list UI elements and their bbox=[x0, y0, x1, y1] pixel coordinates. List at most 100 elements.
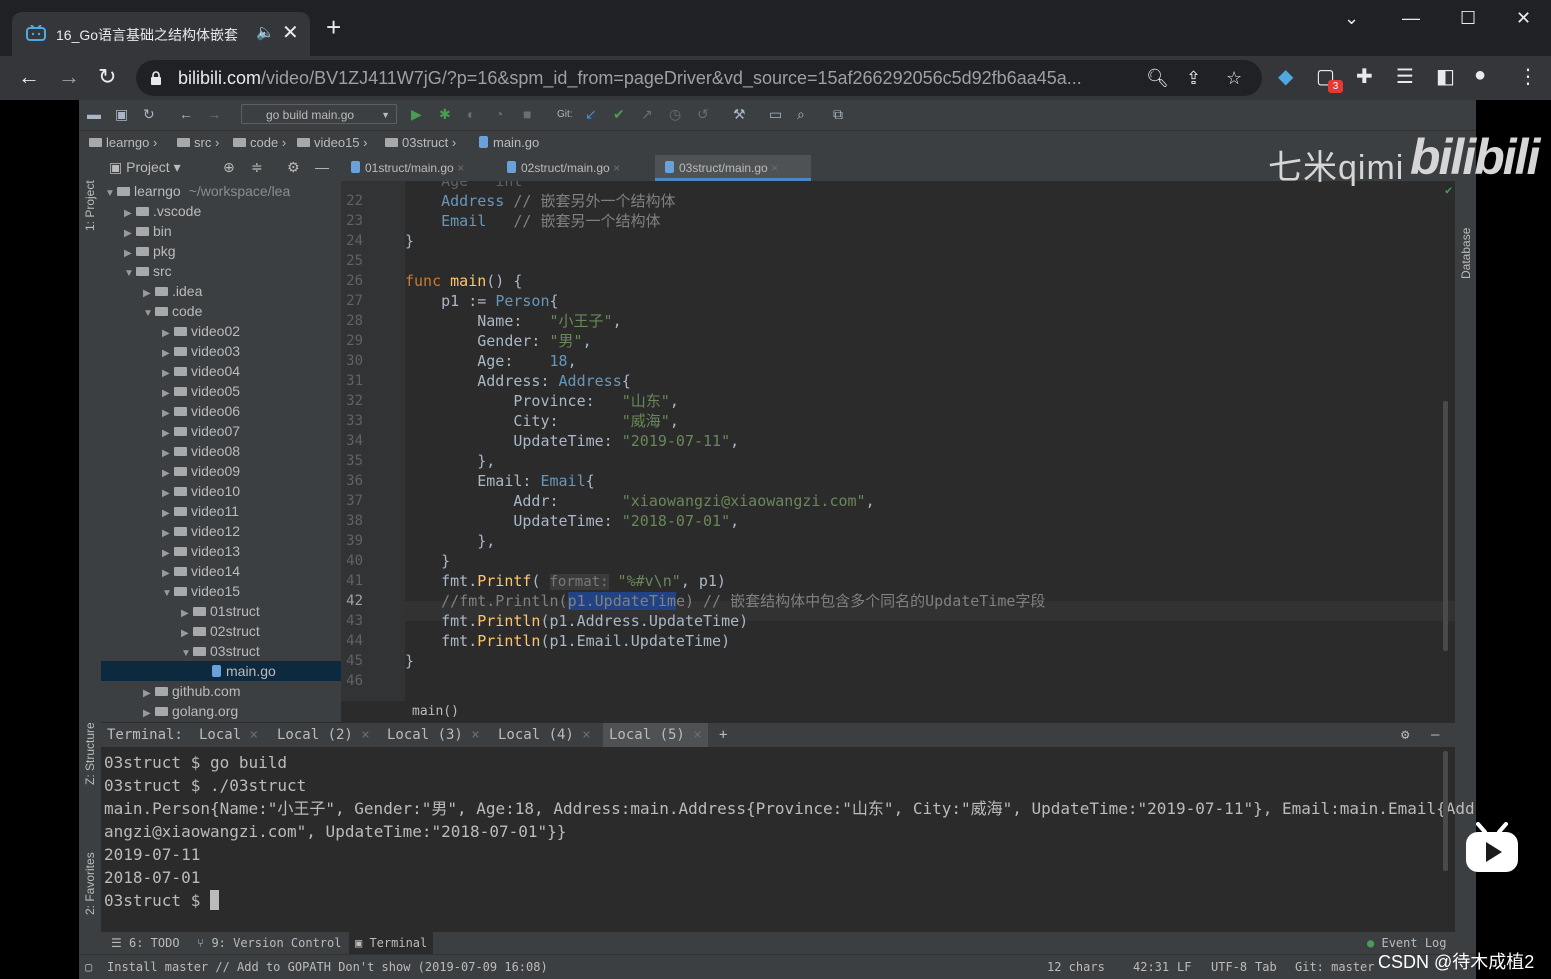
tab-close-icon[interactable]: × bbox=[771, 161, 778, 175]
speaker-icon[interactable]: 🔈 bbox=[256, 23, 275, 41]
share-icon[interactable]: ⇪ bbox=[1186, 68, 1201, 89]
tab-close-icon[interactable]: × bbox=[471, 727, 479, 743]
git-push-icon[interactable]: ↗ bbox=[641, 106, 653, 123]
tab-close-icon[interactable]: ✕ bbox=[282, 20, 299, 45]
coverage-icon[interactable]: ◐ bbox=[467, 106, 475, 122]
terminal-tab[interactable]: Local × bbox=[193, 723, 264, 747]
open-folder-icon[interactable]: ▬ bbox=[87, 106, 101, 122]
stop-icon[interactable]: ■ bbox=[523, 106, 531, 122]
breadcrumb-item[interactable]: 03struct › bbox=[385, 131, 456, 155]
forward-arrow-icon[interactable]: → bbox=[58, 64, 80, 90]
project-structure-icon[interactable]: ▭ bbox=[769, 106, 782, 123]
git-update-icon[interactable]: ↙ bbox=[585, 106, 597, 123]
back-nav-icon[interactable]: ← bbox=[179, 106, 193, 122]
git-commit-icon[interactable]: ✔ bbox=[613, 106, 625, 123]
menu-kebab-icon[interactable]: ⋮ bbox=[1518, 64, 1538, 89]
editor-tab-active[interactable]: 03struct/main.go × bbox=[655, 155, 811, 181]
reading-list-icon[interactable]: ☰ bbox=[1396, 64, 1414, 89]
extensions-puzzle-icon[interactable]: ✚ bbox=[1356, 64, 1373, 89]
window-close-icon[interactable]: ✕ bbox=[1516, 8, 1531, 29]
tab-close-icon[interactable]: × bbox=[457, 161, 464, 175]
run-play-icon[interactable]: ▶ bbox=[411, 106, 422, 123]
project-view-select[interactable]: ▣ Project ▾ bbox=[109, 155, 181, 179]
code-editor[interactable]: Age int Address // 嵌套另外一个结构体 Email // 嵌套… bbox=[405, 181, 1455, 701]
profile-avatar-icon[interactable]: ● bbox=[1474, 64, 1486, 87]
profile-icon[interactable]: ◔ bbox=[495, 106, 503, 122]
breadcrumb-item[interactable]: video15 › bbox=[297, 131, 368, 155]
sync-icon[interactable]: ↻ bbox=[143, 106, 155, 123]
search-everywhere-icon[interactable]: ⌕ bbox=[797, 106, 805, 123]
tab-close-icon[interactable]: × bbox=[613, 161, 620, 175]
terminal-scrollbar[interactable] bbox=[1443, 751, 1448, 871]
reload-icon[interactable]: ↻ bbox=[98, 64, 116, 90]
status-toggle-icon[interactable]: ▢ bbox=[85, 955, 92, 979]
terminal-tab[interactable]: Local (2) × bbox=[271, 723, 376, 747]
breadcrumb-item[interactable]: learngo › bbox=[89, 131, 157, 155]
settings-wrench-icon[interactable]: ⚒ bbox=[733, 106, 746, 123]
zoom-icon[interactable]: 🔍︎ bbox=[1146, 68, 1169, 89]
terminal-output[interactable]: 03struct $ go build 03struct $ ./03struc… bbox=[101, 747, 1475, 932]
bookmark-star-icon[interactable]: ☆ bbox=[1226, 68, 1242, 89]
new-terminal-button[interactable]: + bbox=[713, 723, 733, 747]
tree-folder-item[interactable]: ▶ pkg bbox=[101, 241, 364, 261]
editor-tab[interactable]: 01struct/main.go × bbox=[341, 155, 495, 181]
minimize-icon[interactable]: — bbox=[1402, 8, 1420, 29]
tree-folder-item[interactable]: ▼ learngo ~/workspace/lea bbox=[101, 181, 345, 201]
bilibili-tv-play-icon[interactable] bbox=[1464, 822, 1520, 874]
breadcrumb-item[interactable]: src › bbox=[177, 131, 219, 155]
terminal-tab[interactable]: Local (3) × bbox=[381, 723, 486, 747]
database-tool-button[interactable]: Database bbox=[1459, 228, 1473, 279]
tab-close-icon[interactable]: × bbox=[693, 727, 701, 743]
editor-scrollbar[interactable] bbox=[1443, 401, 1448, 651]
forward-nav-icon[interactable]: → bbox=[207, 106, 221, 122]
locate-target-icon[interactable]: ⊕ bbox=[223, 155, 235, 179]
git-rollback-icon[interactable]: ↺ bbox=[697, 106, 709, 123]
run-config-select[interactable]: go build main.go ▼ bbox=[241, 104, 397, 124]
address-bar[interactable]: bilibili.com/video/BV1ZJ411W7jG/?p=16&sp… bbox=[136, 60, 1262, 96]
browser-tab[interactable]: 16_Go语言基础之结构体嵌套 🔈 ✕ bbox=[12, 12, 310, 56]
collapse-all-icon[interactable]: ≑ bbox=[251, 155, 263, 179]
favorites-tool-button[interactable]: 2: Favorites bbox=[83, 852, 97, 915]
collapsed-arrow-icon[interactable]: ▶ bbox=[143, 704, 155, 724]
maximize-icon[interactable]: ☐ bbox=[1460, 8, 1476, 29]
version-control-tool-button[interactable]: ⑂ 9: Version Control bbox=[191, 932, 347, 954]
status-line-separator[interactable]: LF bbox=[1177, 955, 1191, 979]
terminal-gear-icon[interactable]: ⚙ bbox=[1401, 723, 1409, 747]
status-message[interactable]: Install master // Add to GOPATH Don't sh… bbox=[107, 955, 548, 979]
terminal-hide-icon[interactable]: — bbox=[1431, 723, 1439, 747]
terminal-tool-button[interactable]: ▣ Terminal bbox=[349, 932, 434, 954]
tree-folder-item[interactable]: ▼ src bbox=[101, 261, 364, 281]
breadcrumb-item[interactable]: main.go bbox=[479, 131, 539, 155]
terminal-tab[interactable]: Local (4) × bbox=[492, 723, 597, 747]
tree-folder-item[interactable]: ▶ .vscode bbox=[101, 201, 364, 221]
tab-close-icon[interactable]: × bbox=[582, 727, 590, 743]
editor-tab[interactable]: 02struct/main.go × bbox=[497, 155, 653, 181]
structure-tool-button[interactable]: Z: Structure bbox=[83, 722, 97, 785]
status-caret-position[interactable]: 42:31 bbox=[1133, 955, 1169, 979]
tab-search-chevron-icon[interactable]: ⌄ bbox=[1344, 8, 1359, 29]
tree-folder-item[interactable]: ▶ bin bbox=[101, 221, 364, 241]
breadcrumb-item[interactable]: code › bbox=[233, 131, 286, 155]
status-encoding[interactable]: UTF-8 bbox=[1211, 955, 1247, 979]
project-tool-button[interactable]: 1: Project bbox=[83, 180, 97, 231]
debug-bug-icon[interactable]: ✱ bbox=[439, 106, 451, 123]
terminal-prompt-line[interactable]: 03struct $ bbox=[104, 889, 219, 912]
panel-hide-icon[interactable]: — bbox=[315, 155, 329, 179]
save-icon[interactable]: ▣ bbox=[115, 106, 128, 123]
tab-close-icon[interactable]: × bbox=[361, 727, 369, 743]
side-panel-icon[interactable]: ◧ bbox=[1436, 64, 1455, 89]
code-breadcrumb-footer[interactable]: main() bbox=[405, 701, 1462, 723]
translate-icon[interactable]: ⧉ bbox=[833, 106, 843, 123]
panel-gear-icon[interactable]: ⚙ bbox=[287, 155, 300, 179]
status-git-branch[interactable]: Git: master bbox=[1295, 955, 1374, 979]
todo-tool-button[interactable]: ☰ 6: TODO bbox=[105, 932, 186, 954]
lock-icon[interactable] bbox=[150, 70, 162, 86]
terminal-tab-active[interactable]: Local (5) × bbox=[603, 723, 708, 747]
new-tab-button[interactable]: + bbox=[326, 14, 341, 40]
git-history-icon[interactable]: ◷ bbox=[669, 106, 681, 123]
tab-close-icon[interactable]: × bbox=[250, 727, 258, 743]
back-arrow-icon[interactable]: ← bbox=[18, 64, 40, 90]
tree-folder-item[interactable]: ▶ golang.org bbox=[101, 701, 383, 721]
extension-gem-icon[interactable]: ◆ bbox=[1278, 64, 1293, 89]
status-indent[interactable]: Tab bbox=[1255, 955, 1277, 979]
